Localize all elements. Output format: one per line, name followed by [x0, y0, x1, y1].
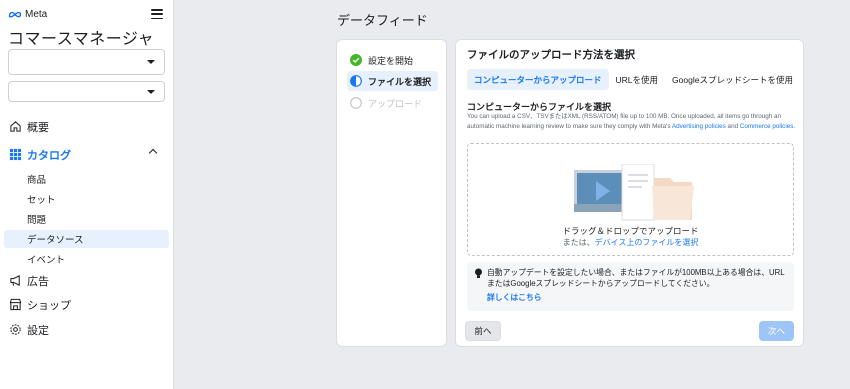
- sidebar-item-events[interactable]: イベント: [4, 250, 169, 268]
- step-select-file[interactable]: ファイルを選択: [347, 71, 438, 91]
- upload-method-tabs: コンピューターからアップロード URLを使用 Googleスプレッドシートを使用: [467, 69, 800, 90]
- lightbulb-icon: [475, 268, 482, 278]
- next-button[interactable]: 次へ: [759, 321, 794, 341]
- advertising-policies-link[interactable]: Advertising policies: [672, 123, 726, 130]
- megaphone-icon: [10, 275, 20, 286]
- gear-icon: [10, 324, 21, 335]
- menu-icon[interactable]: [151, 9, 163, 19]
- business-select[interactable]: [8, 49, 165, 75]
- sidebar-item-products[interactable]: 商品: [4, 170, 169, 188]
- step-setup[interactable]: 設定を開始: [347, 50, 438, 70]
- nav-item-catalog[interactable]: カタログ: [0, 145, 174, 165]
- nav-item-settings[interactable]: 設定: [0, 320, 174, 340]
- check-circle-icon: [350, 54, 362, 66]
- step-label: 設定を開始: [368, 55, 414, 66]
- back-button[interactable]: 前へ: [465, 321, 501, 341]
- catalog-select[interactable]: [8, 81, 165, 102]
- nav-item-overview[interactable]: 概要: [0, 117, 174, 137]
- dropzone-or-text: または、: [562, 238, 595, 247]
- step-label: アップロード: [368, 98, 423, 109]
- section-description: You can upload a CSV、TSVまたはXML (RSS/ATOM…: [467, 112, 797, 131]
- tab-use-url[interactable]: URLを使用: [609, 69, 666, 90]
- commerce-policies-link[interactable]: Commerce policies: [740, 123, 794, 130]
- dropzone-sub: または、デバイス上のファイルを選択: [468, 237, 793, 248]
- step-upload[interactable]: アップロード: [347, 93, 438, 113]
- tab-google-sheets[interactable]: Googleスプレッドシートを使用: [665, 69, 800, 90]
- learn-more-link[interactable]: 詳しくはこちら: [487, 292, 542, 303]
- step-label: ファイルを選択: [368, 76, 432, 87]
- upload-illustration: [574, 164, 694, 221]
- desc-text: .: [793, 122, 796, 130]
- info-notice: 自動アップデートを設定したい場合、またはファイルが100MB以上ある場合は、UR…: [467, 262, 794, 311]
- nav-label: カタログ: [27, 150, 71, 162]
- sidebar: Meta コマースマネージャ 概要 カタログ 商品 セット 問題 データソース …: [0, 0, 174, 389]
- caret-down-icon: [147, 60, 155, 64]
- grid-icon: [9, 148, 22, 161]
- nav-label: 概要: [27, 122, 49, 134]
- tab-upload-from-computer[interactable]: コンピューターからアップロード: [467, 69, 609, 90]
- desc-text: and: [725, 122, 740, 130]
- nav-item-shop[interactable]: ショップ: [0, 295, 174, 315]
- dropzone-label: ドラッグ＆ドロップでアップロード: [562, 226, 699, 236]
- nav-label: 設定: [27, 325, 49, 337]
- empty-circle-icon: [350, 97, 362, 109]
- upload-method-panel: ファイルのアップロード方法を選択 コンピューターからアップロード URLを使用 …: [455, 39, 804, 347]
- nav-label: ショップ: [27, 300, 71, 312]
- sidebar-item-issues[interactable]: 問題: [4, 210, 169, 228]
- home-icon: [10, 121, 21, 132]
- chevron-up-icon[interactable]: [148, 148, 158, 158]
- sidebar-item-sets[interactable]: セット: [4, 190, 169, 208]
- select-file-link[interactable]: デバイス上のファイルを選択: [595, 238, 699, 247]
- meta-logo-text: Meta: [25, 9, 48, 20]
- notice-text: 自動アップデートを設定したい場合、またはファイルが100MB以上ある場合は、UR…: [487, 268, 785, 288]
- file-dropzone[interactable]: ドラッグ＆ドロップでアップロード または、デバイス上のファイルを選択: [467, 143, 794, 256]
- sidebar-item-data-sources[interactable]: データソース: [4, 230, 169, 248]
- steps-panel: 設定を開始 ファイルを選択 アップロード: [336, 39, 447, 347]
- shop-icon: [9, 298, 22, 311]
- caret-down-icon: [147, 89, 155, 94]
- meta-logo[interactable]: Meta: [8, 9, 47, 20]
- page-title: データフィード: [337, 13, 428, 28]
- nav-item-ads[interactable]: 広告: [0, 271, 174, 291]
- half-circle-icon: [350, 75, 362, 87]
- meta-infinity-icon: [8, 11, 22, 18]
- nav-label: 広告: [27, 276, 49, 288]
- app-title: コマースマネージャ: [8, 31, 155, 48]
- panel-title: ファイルのアップロード方法を選択: [467, 49, 635, 61]
